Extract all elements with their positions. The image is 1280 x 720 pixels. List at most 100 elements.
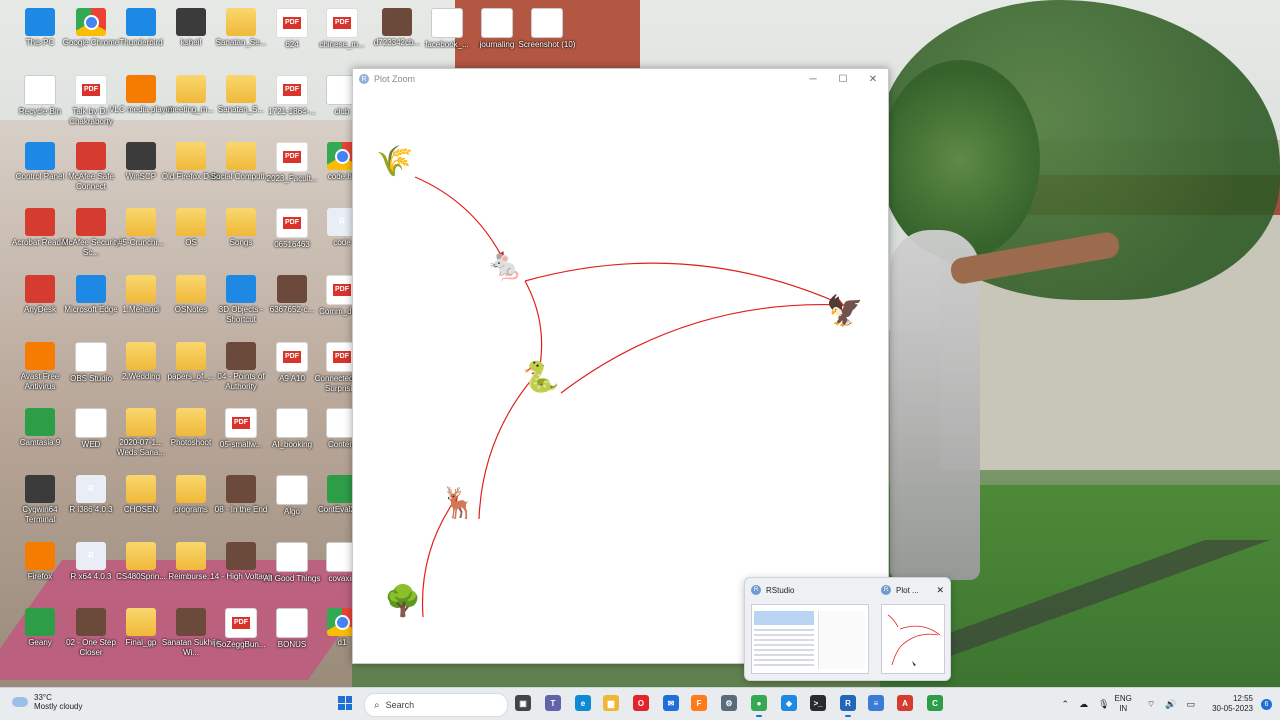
pdf-icon: PDF xyxy=(276,342,308,372)
opera-icon[interactable]: O xyxy=(633,695,649,711)
folder-icon xyxy=(126,475,156,503)
pic-icon xyxy=(226,475,256,503)
language-indicator[interactable]: ENG IN xyxy=(1115,694,1132,714)
blue-icon xyxy=(25,142,55,170)
chrome-icon xyxy=(76,8,106,36)
pdf-icon: PDF xyxy=(75,75,107,105)
pdf-icon: PDF xyxy=(276,75,308,105)
green-icon xyxy=(25,608,55,636)
window-titlebar[interactable]: R Plot Zoom ─ ☐ ✕ xyxy=(353,69,888,89)
pic-icon xyxy=(226,342,256,370)
camtasia-icon[interactable]: C xyxy=(927,695,943,711)
preview-rstudio[interactable]: R RStudio xyxy=(745,578,875,678)
pdf-icon: PDF xyxy=(276,142,308,172)
system-tray: ⌃ ☁ 🎙 ENG IN ⌔ 🔊 ▭ 12:55 30-05-2023 6 xyxy=(1057,691,1272,717)
preview-plot[interactable]: R Plot ... ✕ xyxy=(875,578,950,678)
microphone-icon[interactable]: 🎙 xyxy=(1098,699,1109,710)
r-icon: R xyxy=(881,585,891,595)
blue-icon xyxy=(76,275,106,303)
close-button[interactable]: ✕ xyxy=(858,74,888,85)
pc-icon xyxy=(25,8,55,36)
doc-icon xyxy=(276,608,308,638)
plot-thumbnail xyxy=(881,604,945,674)
folder-icon xyxy=(126,608,156,636)
preview-label: Plot ... xyxy=(896,585,919,595)
dark-icon xyxy=(176,8,206,36)
lang-bottom: IN xyxy=(1119,704,1128,713)
edge-mouse-to-snake xyxy=(524,280,545,373)
r-icon: R xyxy=(76,475,106,503)
search-placeholder: Search xyxy=(385,700,415,710)
mail-icon[interactable]: ✉ xyxy=(663,695,679,711)
doc-icon xyxy=(276,408,308,438)
doc-icon xyxy=(431,8,463,38)
tree-icon: 🌳 xyxy=(384,582,421,618)
pic-icon xyxy=(176,608,206,636)
volume-icon[interactable]: 🔊 xyxy=(1165,699,1176,710)
chrome-icon[interactable]: ● xyxy=(751,695,767,717)
vscode-icon[interactable]: ◆ xyxy=(781,695,797,711)
clock-time: 12:55 xyxy=(1232,694,1253,703)
wifi-icon[interactable]: ⌔ xyxy=(1147,699,1155,710)
desktop-icon[interactable]: Screenshot (10) xyxy=(515,4,579,70)
eagle-icon: 🦅 xyxy=(826,292,863,328)
folder-icon xyxy=(176,142,206,170)
blue-icon xyxy=(226,275,256,303)
r-icon[interactable]: R xyxy=(840,695,856,717)
taskbar: 33°C Mostly cloudy ⌕ Search ▣ Te ▆ O ✉ F ⚙ ● ◆ >_… xyxy=(0,687,1280,720)
file-explorer-icon[interactable]: ▆ xyxy=(603,695,619,711)
folder-icon xyxy=(126,408,156,436)
folder-icon xyxy=(226,75,256,103)
search-box[interactable]: ⌕ Search xyxy=(364,693,508,717)
edge-mouse-to-eagle xyxy=(524,262,845,307)
search-icon: ⌕ xyxy=(374,699,380,711)
folder-icon xyxy=(126,275,156,303)
folder-icon xyxy=(176,408,206,436)
doc-icon xyxy=(276,542,308,572)
orange-icon xyxy=(25,342,55,370)
notepad-icon[interactable]: ≡ xyxy=(868,695,884,711)
red-icon xyxy=(76,208,106,236)
settings-icon[interactable]: ⚙ xyxy=(721,695,737,711)
edge-icon[interactable]: e xyxy=(575,695,591,711)
terminal-icon[interactable]: >_ xyxy=(810,695,826,711)
taskbar-preview[interactable]: R RStudio R Plot ... ✕ xyxy=(744,577,951,681)
folder-icon xyxy=(226,208,256,236)
task-view-icon[interactable]: ▣ xyxy=(515,695,531,711)
onedrive-icon[interactable]: ☁ xyxy=(1079,699,1088,710)
grass-icon: 🌾 xyxy=(376,144,413,178)
doc-icon xyxy=(75,408,107,438)
folder-icon xyxy=(126,342,156,370)
cloud-icon xyxy=(12,697,28,707)
weather-widget[interactable]: 33°C Mostly cloudy xyxy=(12,693,82,711)
doc-icon xyxy=(481,8,513,38)
dark-icon xyxy=(126,142,156,170)
pdf-icon: PDF xyxy=(276,8,308,38)
weather-temp: 33°C xyxy=(34,693,52,702)
snake-icon: 🐍 xyxy=(522,359,559,394)
folder-icon xyxy=(226,142,256,170)
red-icon xyxy=(25,275,55,303)
r-icon: R xyxy=(76,542,106,570)
minimize-button[interactable]: ─ xyxy=(798,74,828,85)
red-icon xyxy=(76,142,106,170)
firefox-icon[interactable]: F xyxy=(691,695,707,711)
preview-close-button[interactable]: ✕ xyxy=(936,585,944,596)
folder-icon xyxy=(126,208,156,236)
acrobat-icon[interactable]: A xyxy=(897,695,913,711)
chevron-up-icon[interactable]: ⌃ xyxy=(1062,699,1070,710)
folder-icon xyxy=(176,342,206,370)
clock[interactable]: 12:55 30-05-2023 xyxy=(1212,694,1253,714)
notification-badge[interactable]: 6 xyxy=(1261,698,1272,710)
maximize-button[interactable]: ☐ xyxy=(828,74,858,85)
folder-icon xyxy=(176,208,206,236)
folder-icon xyxy=(226,8,256,36)
doc-icon xyxy=(75,342,107,372)
battery-icon[interactable]: ▭ xyxy=(1187,699,1196,710)
start-button[interactable] xyxy=(338,696,352,710)
plot-zoom-window[interactable]: R Plot Zoom ─ ☐ ✕ 🌾 🐁 🦅 🐍 🦌 🌳 xyxy=(352,68,889,664)
teams-icon[interactable]: T xyxy=(545,695,561,711)
clock-date: 30-05-2023 xyxy=(1212,704,1253,713)
dark-icon xyxy=(25,475,55,503)
pic-icon xyxy=(277,275,307,303)
